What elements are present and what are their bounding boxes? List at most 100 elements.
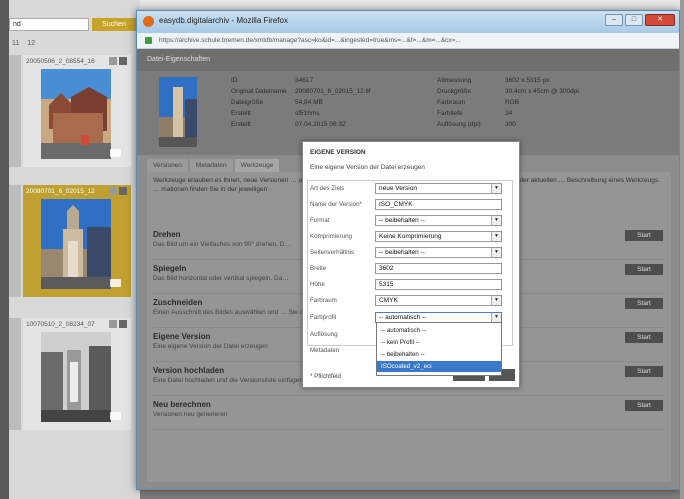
height-input[interactable]: 5315 [375, 279, 502, 290]
field-label: Farbraum [310, 297, 337, 304]
tool-description: Eine Datei hochladen und die Versionslis… [153, 377, 303, 384]
field-label: Art des Ziels [310, 185, 345, 192]
menu-icon[interactable] [119, 187, 127, 195]
start-button[interactable]: Start [625, 366, 663, 377]
tab-metadata[interactable]: Metadaten [189, 159, 233, 172]
close-button[interactable]: ✕ [645, 14, 675, 26]
info-label: Druckgröße [437, 88, 471, 95]
camera-icon [110, 412, 121, 420]
info-label: Farbtiefe [437, 110, 463, 117]
chevron-down-icon: ▼ [491, 232, 501, 241]
start-button[interactable]: Start [625, 298, 663, 309]
menu-icon[interactable] [119, 320, 127, 328]
start-button[interactable]: Start [625, 264, 663, 275]
thumb-caption: 10070510_2_08234_07 [26, 321, 95, 328]
info-value: 24 [505, 110, 513, 117]
dropdown-option[interactable]: -- kein Profil -- [377, 337, 501, 348]
gallery-thumb[interactable]: 10070510_2_08234_07 [23, 318, 131, 430]
menu-icon[interactable] [119, 57, 127, 65]
tool-title: Zuschneiden [153, 298, 203, 307]
field-label: Höhe [310, 281, 325, 288]
dropdown-option-selected[interactable]: ISOcoated_v2_eci [377, 361, 501, 372]
page-link[interactable]: 11 [12, 40, 19, 47]
field-label: Seitenverhältnis [310, 249, 355, 256]
page-header: Datei-Eigenschaften [137, 49, 679, 71]
tab-versions[interactable]: Versionen [147, 159, 188, 172]
info-value: 54,84 MB [295, 99, 323, 106]
chevron-down-icon: ▼ [491, 248, 501, 257]
info-value: 07.04.2015 06:32 [295, 121, 346, 128]
tool-title: Eigene Version [153, 332, 211, 341]
field-label: Format [310, 217, 330, 224]
info-value: 30,4cm x 45cm @ 300dpi [505, 88, 579, 95]
color-profile-dropdown[interactable]: -- automatisch -- -- kein Profil -- -- b… [376, 322, 502, 376]
address-bar[interactable]: https://archive.schule.bremen.de/xmldb/m… [137, 33, 679, 49]
start-button[interactable]: Start [625, 230, 663, 241]
field-label: Metadaten [310, 347, 340, 354]
dropdown-option[interactable]: -- beibehalten -- [377, 349, 501, 360]
info-value: sf51hms [295, 110, 320, 117]
tool-description: Eine eigene Version der Datei erzeugen [153, 343, 268, 350]
thumb-caption: 20080701_6_02015_12 [26, 188, 95, 195]
field-label: Name der Version* [310, 201, 362, 208]
thumb-image [41, 332, 111, 422]
info-icon[interactable] [109, 57, 117, 65]
side-strip [9, 55, 21, 167]
chevron-down-icon: ▼ [491, 216, 501, 225]
info-label: Auflösung (dpi) [437, 121, 481, 128]
info-value: 3602 x 5315 px [505, 77, 550, 84]
firefox-icon [143, 16, 154, 27]
field-label: Farbprofil [310, 314, 337, 321]
side-strip [9, 318, 21, 430]
camera-icon [110, 279, 121, 287]
info-label: Abmessung [437, 77, 472, 84]
tab-tools[interactable]: Werkzeuge [234, 159, 280, 172]
start-button[interactable]: Start [625, 332, 663, 343]
info-value: 20080701_6_02015_12.tif [295, 88, 371, 95]
gallery-thumb-selected[interactable]: 20080701_6_02015_12 [23, 185, 131, 297]
tool-title: Spiegeln [153, 264, 187, 273]
maximize-button[interactable]: □ [625, 14, 643, 26]
info-label: ID [231, 77, 238, 84]
search-input[interactable]: nd [9, 18, 89, 31]
lock-icon [145, 37, 152, 44]
version-name-input[interactable]: ISO_CMYK [375, 199, 502, 210]
required-note: * Pflichtfeld [310, 373, 341, 380]
info-value: 34617 [295, 77, 314, 84]
field-label: Komprimierung [310, 233, 352, 240]
width-input[interactable]: 3602 [375, 263, 502, 274]
tool-description: Das Bild horizontal oder vertikal spiege… [153, 275, 289, 282]
aspect-ratio-select[interactable]: -- beibehalten -- ▼ [375, 247, 502, 258]
info-value: RGB [505, 99, 520, 106]
field-label: Breite [310, 265, 327, 272]
info-label: Dateigröße [231, 99, 264, 106]
color-space-select[interactable]: CMYK ▼ [375, 295, 502, 306]
right-edge [680, 0, 684, 499]
target-type-select[interactable]: neue Version ▼ [375, 183, 502, 194]
thumb-image [41, 199, 111, 289]
minimize-button[interactable]: – [605, 14, 623, 26]
thumb-image [41, 69, 111, 159]
compression-select[interactable]: Keine Komprimierung ▼ [375, 231, 502, 242]
dialog-subtitle: Eine eigene Version der Datei erzeugen [310, 164, 425, 171]
file-preview-image [159, 77, 197, 147]
tool-description: Versionen neu generieren [153, 411, 228, 418]
info-icon[interactable] [109, 320, 117, 328]
page-link[interactable]: 12 [27, 40, 35, 47]
search-button[interactable]: Suchen [92, 18, 136, 31]
gallery-thumb[interactable]: 20050506_2_08554_16 [23, 55, 131, 167]
format-select[interactable]: -- beibehalten -- ▼ [375, 215, 502, 226]
dialog-title: EIGENE VERSION [310, 149, 366, 156]
camera-icon [110, 149, 121, 157]
tool-title: Drehen [153, 230, 181, 239]
chevron-down-icon: ▼ [491, 313, 501, 322]
info-icon[interactable] [109, 187, 117, 195]
dropdown-option[interactable]: -- automatisch -- [377, 325, 501, 336]
url-text[interactable]: https://archive.schule.bremen.de/xmldb/m… [159, 37, 674, 44]
info-label: Erstellt [231, 110, 251, 117]
side-strip [9, 185, 21, 297]
window-title: easydb.digitalarchiv - Mozilla Firefox [159, 16, 288, 25]
info-label: Farbraum [437, 99, 466, 106]
start-button[interactable]: Start [625, 400, 663, 411]
tool-recalculate: Neu berechnen Versionen neu generieren S… [153, 400, 665, 430]
